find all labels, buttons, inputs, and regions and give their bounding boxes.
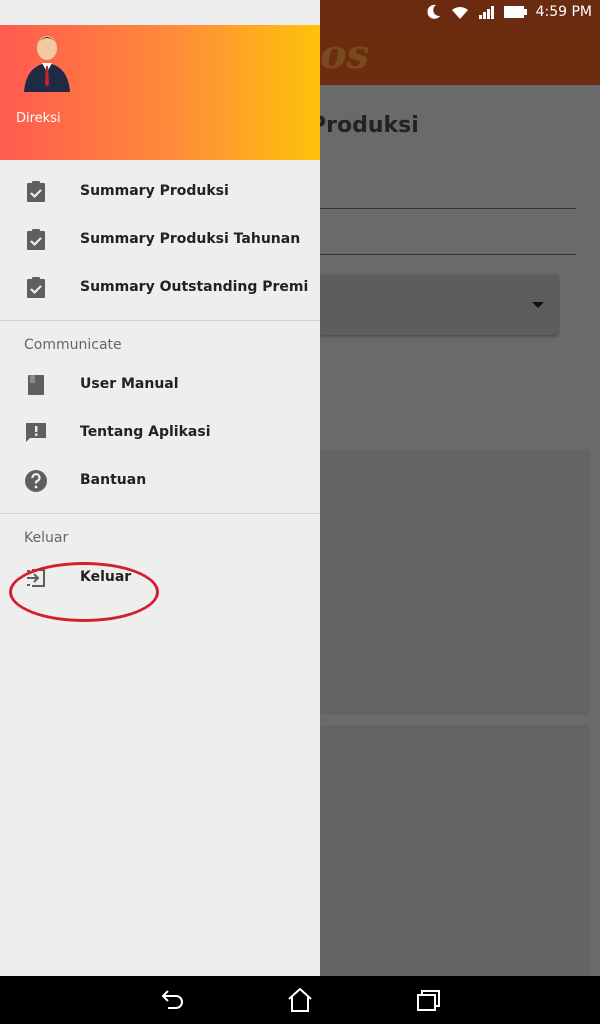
feedback-icon bbox=[26, 423, 46, 442]
drawer-header: Direksi bbox=[0, 25, 320, 160]
home-icon[interactable] bbox=[286, 986, 314, 1014]
menu-item-label: Summary Outstanding Premi bbox=[80, 279, 309, 295]
recents-icon[interactable] bbox=[414, 986, 442, 1014]
help-icon bbox=[25, 470, 47, 492]
avatar[interactable] bbox=[20, 30, 74, 92]
back-icon[interactable] bbox=[158, 986, 186, 1014]
clipboard-check-icon bbox=[27, 277, 45, 298]
menu-item-bantuan[interactable]: Bantuan bbox=[0, 457, 320, 505]
menu-item-label: Keluar bbox=[80, 569, 132, 585]
clipboard-check-icon bbox=[27, 181, 45, 202]
input-underline bbox=[320, 254, 576, 255]
menu-item-user-manual[interactable]: User Manual bbox=[0, 361, 320, 409]
book-icon bbox=[28, 375, 44, 395]
dropdown-caret-icon bbox=[532, 302, 544, 308]
content-card bbox=[320, 450, 590, 715]
page-title: Produksi bbox=[310, 113, 419, 138]
navigation-bar bbox=[0, 976, 600, 1024]
menu-item-label: Bantuan bbox=[80, 472, 147, 488]
signal-icon bbox=[478, 6, 494, 19]
menu-item-summary-outstanding-premi[interactable]: Summary Outstanding Premi bbox=[0, 264, 320, 312]
menu-item-label: Summary Produksi bbox=[80, 183, 229, 199]
wifi-icon bbox=[451, 6, 468, 20]
menu-item-label: Tentang Aplikasi bbox=[80, 424, 211, 440]
menu-item-summary-produksi-tahunan[interactable]: Summary Produksi Tahunan bbox=[0, 216, 320, 264]
user-role-label: Direksi bbox=[16, 111, 61, 126]
navigation-drawer: Direksi Summary Produksi Summary Produks… bbox=[0, 0, 320, 976]
menu-item-summary-produksi[interactable]: Summary Produksi bbox=[0, 168, 320, 216]
menu-item-label: Summary Produksi Tahunan bbox=[80, 231, 301, 247]
section-label-keluar: Keluar bbox=[24, 530, 69, 546]
moon-icon bbox=[426, 4, 440, 19]
battery-icon bbox=[503, 6, 527, 18]
app-logo: os bbox=[320, 31, 370, 78]
content-card bbox=[320, 725, 590, 980]
menu-item-keluar[interactable]: Keluar bbox=[0, 554, 320, 602]
dropdown-select bbox=[320, 275, 558, 335]
logout-icon bbox=[27, 569, 45, 587]
menu-item-label: User Manual bbox=[80, 376, 179, 392]
menu-item-tentang-aplikasi[interactable]: Tentang Aplikasi bbox=[0, 409, 320, 457]
drawer-menu: Summary Produksi Summary Produksi Tahuna… bbox=[0, 168, 320, 602]
clipboard-check-icon bbox=[27, 229, 45, 250]
input-underline bbox=[320, 208, 576, 209]
clock-text: 4:59 PM bbox=[535, 4, 592, 20]
section-label-communicate: Communicate bbox=[24, 337, 122, 353]
